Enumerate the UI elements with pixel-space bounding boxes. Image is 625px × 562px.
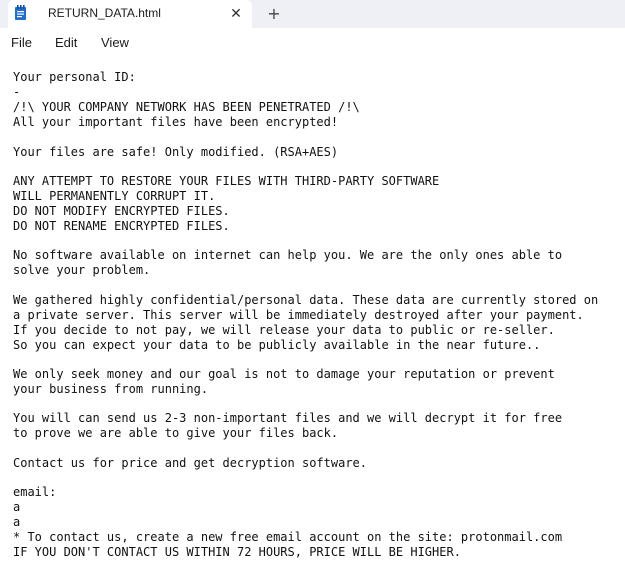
doc-line: IF YOU DON'T CONTACT US WITHIN 72 HOURS,… [13, 545, 461, 559]
doc-line: You will can send us 2-3 non-important f… [13, 411, 563, 425]
tab-title: RETURN_DATA.html [48, 6, 161, 20]
tab-bar: RETURN_DATA.html ✕ + [0, 0, 625, 28]
menu-edit[interactable]: Edit [55, 35, 77, 50]
doc-line: a [13, 515, 21, 529]
doc-line: /!\ YOUR COMPANY NETWORK HAS BEEN PENETR… [13, 100, 360, 114]
new-tab-button[interactable]: + [264, 4, 284, 24]
close-icon[interactable]: ✕ [227, 5, 245, 23]
doc-line: your business from running. [13, 382, 209, 396]
doc-line: All your important files have been encry… [13, 115, 339, 129]
doc-line: solve your problem. [13, 263, 151, 277]
doc-line: - [13, 85, 21, 99]
doc-line: No software available on internet can he… [13, 248, 563, 262]
menu-view[interactable]: View [101, 35, 129, 50]
doc-line: We only seek money and our goal is not t… [13, 367, 555, 381]
doc-line: WILL PERMANENTLY CORRUPT IT. [13, 189, 216, 203]
menu-file[interactable]: File [11, 35, 32, 50]
tab-return-data[interactable]: RETURN_DATA.html ✕ [8, 0, 252, 28]
doc-line: a private server. This server will be im… [13, 308, 584, 322]
doc-line: to prove we are able to give your files … [13, 426, 339, 440]
doc-line: Your files are safe! Only modified. (RSA… [13, 145, 339, 159]
doc-line: DO NOT RENAME ENCRYPTED FILES. [13, 219, 230, 233]
doc-line: Your personal ID: [13, 70, 136, 84]
doc-line: We gathered highly confidential/personal… [13, 293, 599, 307]
doc-line: So you can expect your data to be public… [13, 338, 541, 352]
doc-line: ANY ATTEMPT TO RESTORE YOUR FILES WITH T… [13, 174, 440, 188]
doc-line: Contact us for price and get decryption … [13, 456, 368, 470]
redacted-email [24, 500, 246, 514]
menu-bar: File Edit View [0, 28, 625, 58]
text-editor[interactable]: Your personal ID: - /!\ YOUR COMPANY NET… [0, 58, 625, 562]
notepad-icon [15, 5, 26, 20]
doc-line: a [13, 500, 21, 514]
doc-line: If you decide to not pay, we will releas… [13, 323, 555, 337]
doc-line: DO NOT MODIFY ENCRYPTED FILES. [13, 204, 230, 218]
redacted-email [24, 515, 246, 529]
doc-line: * To contact us, create a new free email… [13, 530, 563, 544]
doc-line: email: [13, 485, 57, 499]
